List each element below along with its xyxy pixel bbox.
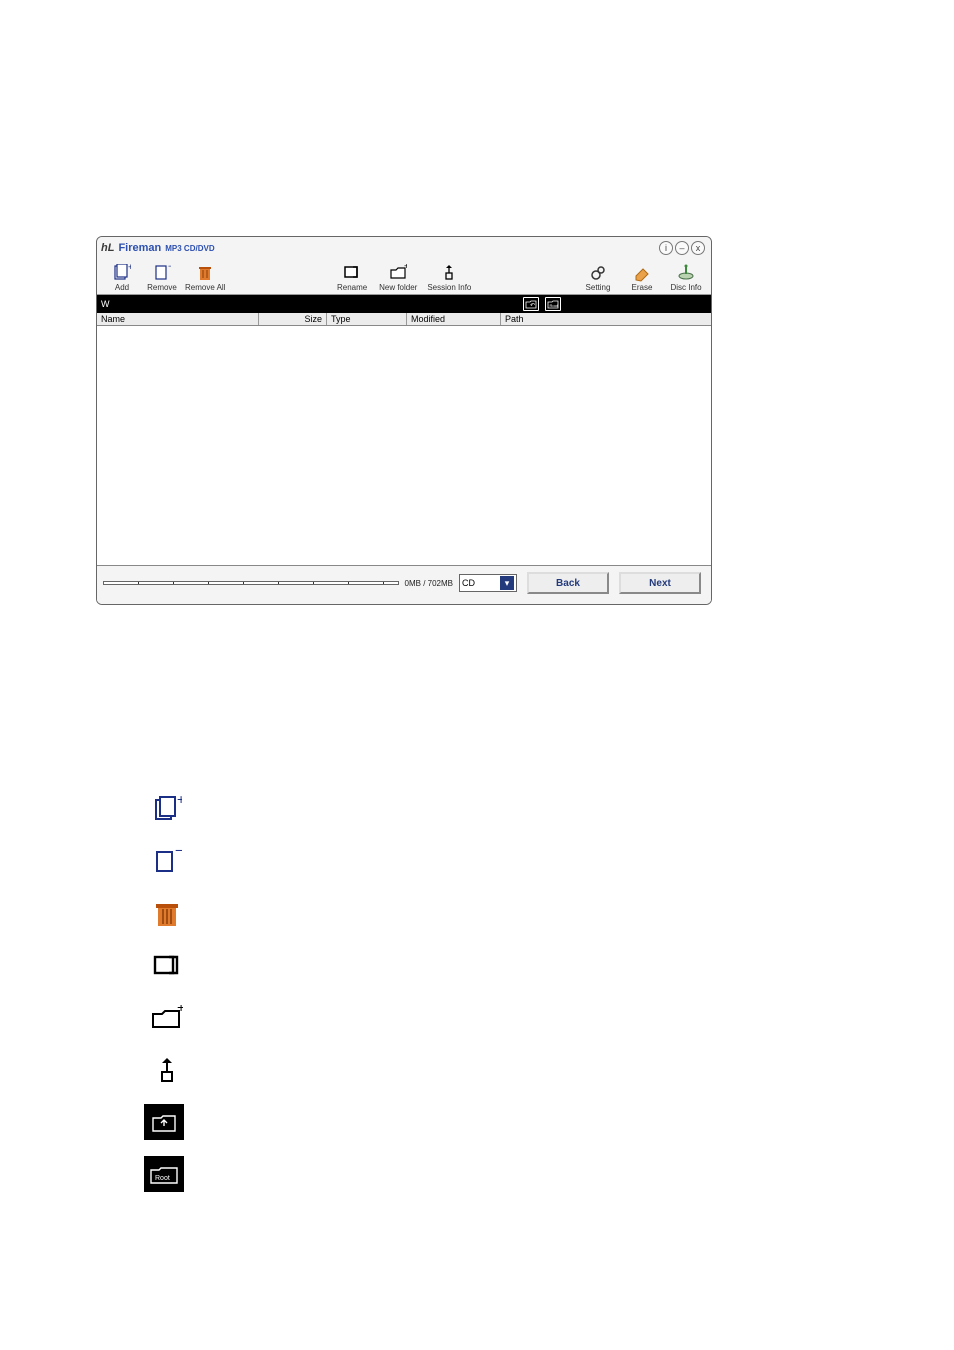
toolbar-label: Remove: [147, 283, 177, 292]
legend-up-folder-icon: [144, 1104, 184, 1140]
folder-add-icon: +: [388, 263, 408, 283]
legend-session-info-icon: [144, 1052, 190, 1088]
rename-icon: [342, 263, 362, 283]
page-add-icon: +: [112, 263, 132, 283]
col-name[interactable]: Name: [97, 313, 259, 325]
info-button[interactable]: i: [659, 241, 673, 255]
toolbar-label: Session Info: [427, 283, 471, 292]
toolbar-label: Add: [115, 283, 129, 292]
svg-text:−: −: [175, 848, 182, 858]
up-folder-button[interactable]: ↶: [523, 297, 539, 311]
svg-text:Root: Root: [550, 303, 559, 308]
svg-text:+: +: [404, 264, 407, 271]
col-modified[interactable]: Modified: [407, 313, 501, 325]
col-size[interactable]: Size: [259, 313, 327, 325]
svg-text:+: +: [177, 796, 182, 807]
icon-legend: + − + Root: [144, 792, 190, 1192]
next-button[interactable]: Next: [619, 572, 701, 594]
svg-text:+: +: [128, 264, 131, 272]
chevron-down-icon: ▾: [500, 576, 514, 590]
legend-remove-icon: −: [144, 844, 190, 880]
root-folder-button[interactable]: Root: [545, 297, 561, 311]
path-bar: ↶ Root: [97, 295, 711, 313]
toolbar-label: Erase: [632, 283, 653, 292]
add-button[interactable]: + Add: [105, 263, 139, 292]
trash-icon: [195, 263, 215, 283]
app-name: Fireman: [118, 242, 161, 254]
legend-new-folder-icon: +: [144, 1000, 190, 1036]
column-headers: Name Size Type Modified Path: [97, 313, 711, 326]
bottom-bar: 0MB / 702MB CD ▾ Back Next: [97, 566, 711, 604]
titlebar: hL Fireman MP3 CD/DVD i – x: [97, 237, 711, 259]
svg-text:↶: ↶: [530, 302, 535, 309]
col-type[interactable]: Type: [327, 313, 407, 325]
capacity-track: [103, 581, 399, 585]
svg-text:Root: Root: [155, 1175, 170, 1182]
rename-button[interactable]: Rename: [335, 263, 369, 292]
svg-text:−: −: [168, 264, 171, 271]
setting-button[interactable]: Setting: [581, 263, 615, 292]
toolbar-label: Setting: [586, 283, 611, 292]
session-info-button[interactable]: Session Info: [427, 263, 471, 292]
legend-rename-icon: [144, 948, 190, 984]
app-window: hL Fireman MP3 CD/DVD i – x + Add − Remo…: [96, 236, 712, 605]
erase-button[interactable]: Erase: [625, 263, 659, 292]
minimize-button[interactable]: –: [675, 241, 689, 255]
toolbar-label: Remove All: [185, 283, 225, 292]
legend-add-icon: +: [144, 792, 190, 828]
close-button[interactable]: x: [691, 241, 705, 255]
app-mode: MP3 CD/DVD: [165, 244, 214, 253]
session-info-icon: [439, 263, 459, 283]
legend-root-folder-icon: Root: [144, 1156, 184, 1192]
disc-type-value: CD: [462, 578, 475, 588]
path-input[interactable]: [101, 299, 301, 309]
legend-remove-all-icon: [144, 896, 190, 932]
capacity-text: 0MB / 702MB: [405, 579, 453, 588]
eraser-icon: [632, 263, 652, 283]
brand-logo: hL: [101, 242, 114, 254]
gear-icon: [588, 263, 608, 283]
toolbar-label: Rename: [337, 283, 367, 292]
new-folder-button[interactable]: + New folder: [379, 263, 417, 292]
back-button[interactable]: Back: [527, 572, 609, 594]
toolbar-label: New folder: [379, 283, 417, 292]
page-remove-icon: −: [152, 263, 172, 283]
toolbar: + Add − Remove Remove All: [97, 259, 711, 295]
col-path[interactable]: Path: [501, 313, 711, 325]
disc-type-select[interactable]: CD ▾: [459, 574, 517, 592]
svg-text:+: +: [177, 1005, 183, 1015]
file-list[interactable]: [97, 326, 711, 566]
disc-info-icon: [676, 263, 696, 283]
disc-info-button[interactable]: Disc Info: [669, 263, 703, 292]
toolbar-label: Disc Info: [670, 283, 701, 292]
remove-button[interactable]: − Remove: [145, 263, 179, 292]
remove-all-button[interactable]: Remove All: [185, 263, 225, 292]
